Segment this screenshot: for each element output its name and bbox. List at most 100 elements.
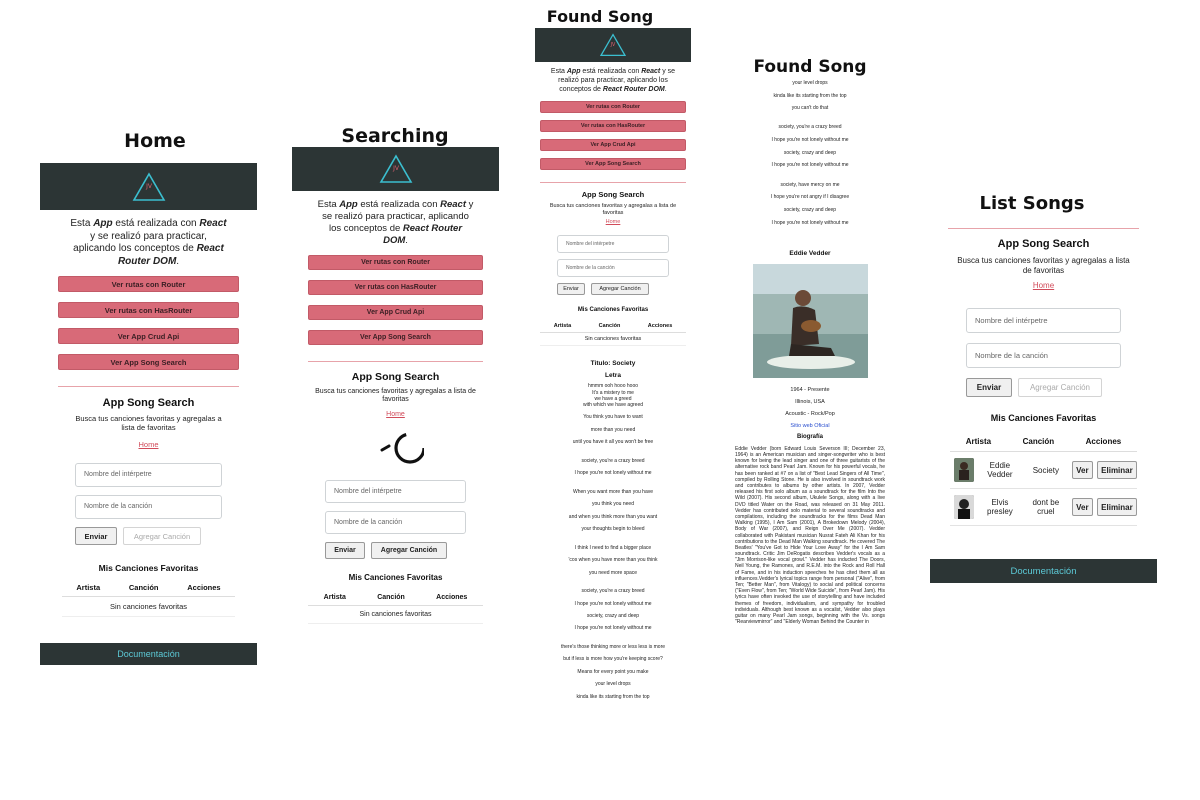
artist-years: 1964 - Presente bbox=[790, 386, 830, 393]
menu-hasrouter-button[interactable]: Ver rutas con HasRouter bbox=[58, 302, 239, 318]
favorites-table-header: Artista Canción Acciones bbox=[308, 594, 483, 607]
logo-icon[interactable]: JV bbox=[131, 169, 167, 205]
svg-text:JV: JV bbox=[392, 165, 400, 172]
lyric-line: I hope you're not lonely without me bbox=[771, 219, 849, 226]
home-link[interactable]: Home bbox=[930, 281, 1157, 290]
search-title: App Song Search bbox=[997, 238, 1090, 250]
row-artist: Eddie Vedder bbox=[987, 461, 1013, 480]
intro-text: Esta App está realizada con React y se r… bbox=[550, 68, 676, 93]
search-description: Busca tus canciones favoritas y agregala… bbox=[957, 256, 1130, 275]
delete-button[interactable]: Eliminar bbox=[1096, 498, 1137, 517]
empty-favorites: Sin canciones favoritas bbox=[62, 597, 235, 617]
app-header: JV bbox=[535, 28, 691, 62]
menu-song-search-button[interactable]: Ver App Song Search bbox=[308, 329, 483, 345]
menu-song-search-button[interactable]: Ver App Song Search bbox=[58, 354, 239, 370]
song-title: Titulo: Society bbox=[590, 360, 636, 368]
add-song-button[interactable]: Agregar Canción bbox=[591, 283, 649, 296]
logo-icon[interactable]: JV bbox=[595, 28, 631, 63]
song-input[interactable]: Nombre de la canción bbox=[557, 259, 669, 278]
lyrics-block: hmmm ooh hooo hooo It's a mistery to me we… bbox=[535, 383, 691, 699]
col-song: Canción bbox=[1022, 437, 1055, 447]
menu-hasrouter-button[interactable]: Ver rutas con HasRouter bbox=[540, 120, 686, 133]
col-song: Canción bbox=[598, 323, 621, 330]
add-song-button[interactable]: Agregar Canción bbox=[371, 542, 447, 560]
menu-crud-button[interactable]: Ver App Crud Api bbox=[540, 139, 686, 152]
footer-docs-link[interactable]: Documentación bbox=[930, 559, 1157, 583]
lyric-line: kinda like its starting from the top bbox=[576, 693, 650, 700]
empty-favorites: Sin canciones favoritas bbox=[540, 333, 686, 347]
table-row: Eddie Vedder Society Ver Eliminar bbox=[950, 452, 1137, 490]
panel-title-list: List Songs bbox=[979, 193, 1085, 214]
search-title: App Song Search bbox=[351, 370, 440, 383]
favorites-title: Mis Canciones Favoritas bbox=[348, 573, 443, 583]
artist-input[interactable]: Nombre del intérpetre bbox=[966, 308, 1121, 334]
artist-photo bbox=[752, 263, 868, 378]
favorites-title: Mis Canciones Favoritas bbox=[98, 563, 199, 573]
artist-website-link[interactable]: Sitio web Oficial bbox=[732, 423, 888, 429]
lyric-line: but if less is more how you're keeping s… bbox=[563, 656, 663, 663]
panel-title-searching: Searching bbox=[341, 125, 449, 147]
favorites-title: Mis Canciones Favoritas bbox=[577, 307, 649, 314]
submit-button[interactable]: Enviar bbox=[325, 542, 365, 560]
submit-button[interactable]: Enviar bbox=[75, 527, 117, 545]
song-input[interactable]: Nombre de la canción bbox=[325, 511, 466, 535]
song-input[interactable]: Nombre de la canción bbox=[966, 343, 1121, 369]
intro-text: Esta App está realizada con React y se r… bbox=[70, 218, 227, 267]
row-song: dont be cruel bbox=[1032, 498, 1060, 517]
favorites-table-header: Artista Canción Acciones bbox=[540, 323, 686, 334]
artist-input[interactable]: Nombre del intérpetre bbox=[325, 480, 466, 504]
artist-input[interactable]: Nombre del intérpetre bbox=[75, 463, 222, 487]
search-description: Busca tus canciones favoritas y agregala… bbox=[75, 414, 222, 432]
lyrics-label: Letra bbox=[605, 372, 621, 380]
table-row: Elvis presley dont be cruel Ver Eliminar bbox=[950, 489, 1137, 527]
submit-button[interactable]: Enviar bbox=[557, 283, 585, 296]
panel-title-home: Home bbox=[124, 130, 186, 152]
delete-button[interactable]: Eliminar bbox=[1096, 461, 1137, 480]
menu-crud-button[interactable]: Ver App Crud Api bbox=[58, 328, 239, 344]
view-button[interactable]: Ver bbox=[1071, 461, 1093, 480]
panel-list: App Song Search Busca tus canciones favo… bbox=[930, 225, 1157, 583]
empty-favorites: Sin canciones favoritas bbox=[308, 606, 483, 625]
menu-hasrouter-button[interactable]: Ver rutas con HasRouter bbox=[308, 279, 483, 295]
panel-title-found-1: Found Song bbox=[546, 7, 654, 26]
song-input[interactable]: Nombre de la canción bbox=[75, 495, 222, 519]
panel-home: JV Esta App está realizada con React y s… bbox=[40, 163, 257, 665]
col-artist: Artista bbox=[553, 323, 572, 330]
menu-router-button[interactable]: Ver rutas con Router bbox=[58, 276, 239, 292]
col-actions: Acciones bbox=[647, 323, 673, 330]
search-description: Busca tus canciones favoritas y agregala… bbox=[315, 387, 476, 403]
footer-docs-link[interactable]: Documentación bbox=[40, 643, 257, 665]
add-song-button[interactable]: Agregar Canción bbox=[123, 527, 201, 545]
divider bbox=[948, 228, 1139, 229]
svg-text:JV: JV bbox=[145, 183, 153, 190]
menu-router-button[interactable]: Ver rutas con Router bbox=[540, 101, 686, 114]
divider bbox=[540, 182, 686, 184]
divider bbox=[308, 360, 483, 362]
bio-label: Biografía bbox=[796, 433, 823, 440]
app-header: JV bbox=[40, 163, 257, 210]
divider bbox=[58, 386, 239, 387]
panel-found-2: your level drops kinda like its starting… bbox=[732, 80, 888, 725]
add-song-button[interactable]: Agregar Canción bbox=[1018, 378, 1102, 398]
artist-input[interactable]: Nombre del intérpetre bbox=[557, 235, 669, 254]
home-link[interactable]: Home bbox=[40, 440, 257, 449]
panel-searching: JV Esta App está realizada con React y s… bbox=[292, 147, 499, 642]
logo-icon[interactable]: JV bbox=[378, 151, 414, 187]
view-button[interactable]: Ver bbox=[1071, 498, 1093, 517]
loading-spinner-icon bbox=[292, 426, 499, 470]
favorites-title: Mis Canciones Favoritas bbox=[990, 413, 1097, 424]
col-artist: Artista bbox=[323, 594, 346, 602]
menu-crud-button[interactable]: Ver App Crud Api bbox=[308, 304, 483, 320]
col-song: Canción bbox=[377, 594, 405, 602]
submit-button[interactable]: Enviar bbox=[966, 378, 1012, 398]
favorites-table-header: Artista Canción Acciones bbox=[62, 583, 235, 597]
lyric-line: and when you think more than you want bbox=[568, 513, 658, 520]
favorites-table-header: Artista Canción Acciones bbox=[950, 437, 1137, 453]
search-title: App Song Search bbox=[581, 190, 645, 200]
menu-song-search-button[interactable]: Ver App Song Search bbox=[540, 158, 686, 171]
menu-router-button[interactable]: Ver rutas con Router bbox=[308, 254, 483, 270]
home-link[interactable]: Home bbox=[292, 411, 499, 418]
search-title: App Song Search bbox=[102, 397, 195, 409]
row-artist: Elvis presley bbox=[987, 498, 1013, 517]
artist-biography: Eddie Vedder (born Edward Louis Severson… bbox=[735, 445, 885, 626]
